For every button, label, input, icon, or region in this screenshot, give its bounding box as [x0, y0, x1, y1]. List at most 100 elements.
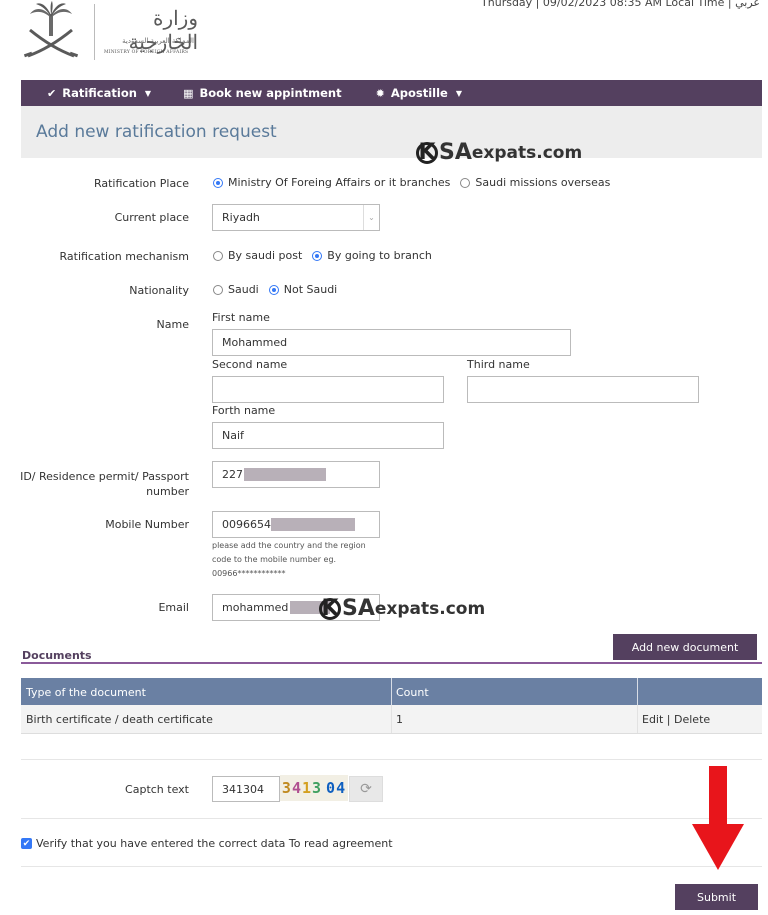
- watermark: K SA expats.com: [416, 140, 582, 165]
- radio-not-saudi[interactable]: Not Saudi: [268, 283, 337, 296]
- forth-name-label: Forth name: [212, 404, 276, 417]
- captcha-value: 341304: [222, 782, 264, 796]
- radio-selected-icon[interactable]: [268, 284, 279, 295]
- mobile-number-input[interactable]: 0096654: [212, 511, 380, 538]
- submit-button[interactable]: Submit: [675, 884, 758, 910]
- ratification-place-radios: Ministry Of Foreing Affairs or it branch…: [213, 176, 620, 189]
- radio-selected-icon[interactable]: [213, 177, 223, 188]
- email-value: mohammed: [222, 601, 289, 614]
- forth-name-value: Naif: [222, 429, 244, 442]
- page-title-bar: Add new ratification request: [21, 106, 762, 158]
- radio-saudi[interactable]: Saudi: [213, 283, 259, 296]
- section-divider: [21, 866, 762, 867]
- nav-apostille[interactable]: ✹ Apostille ▼: [350, 80, 470, 106]
- column-divider: [391, 705, 392, 733]
- mobile-number-value: 0096654: [222, 518, 271, 531]
- ministry-name-english: MINISTRY OF FOREIGN AFFAIRS: [104, 50, 189, 55]
- watermark-k: K: [416, 141, 438, 164]
- watermark-sa: SA: [439, 140, 472, 165]
- radio-selected-icon[interactable]: [312, 250, 323, 261]
- id-number-input[interactable]: 227: [212, 461, 380, 488]
- edit-delete-links[interactable]: Edit | Delete: [642, 713, 710, 726]
- gear-badge-icon: ✹: [375, 86, 385, 100]
- nav-ratification-label: Ratification: [62, 86, 137, 100]
- radio-ministry-label: Ministry Of Foreing Affairs or it branch…: [228, 176, 451, 189]
- captcha-input[interactable]: 341304: [212, 776, 280, 802]
- refresh-captcha-icon[interactable]: ⟳: [349, 776, 383, 802]
- agreement-checkbox[interactable]: ✔: [21, 838, 32, 849]
- column-divider: [637, 678, 638, 705]
- first-name-input[interactable]: Mohammed: [212, 329, 571, 356]
- radio-saudi-label: Saudi: [228, 283, 259, 296]
- second-name-label: Second name: [212, 358, 288, 371]
- watermark-k: K: [319, 597, 341, 620]
- section-divider: [21, 818, 762, 819]
- id-label-line1: ID/ Residence permit/ Passport: [20, 470, 189, 483]
- first-name-label: First name: [212, 311, 270, 324]
- id-number-value: 227: [222, 468, 243, 481]
- add-new-document-button[interactable]: Add new document: [613, 634, 757, 660]
- agreement-text[interactable]: Verify that you have entered the correct…: [36, 837, 393, 850]
- watermark-sa: SA: [342, 596, 375, 621]
- name-label: Name: [156, 318, 189, 331]
- kingdom-name-arabic: المملكة العربية السعودية: [122, 37, 194, 45]
- documents-title: Documents: [22, 649, 92, 662]
- nav-ratification[interactable]: ✔ Ratification ▼: [21, 80, 159, 106]
- main-navbar: ✔ Ratification ▼ ▦ Book new appintment ✹…: [21, 80, 762, 106]
- captcha-char: 3: [281, 779, 292, 797]
- nav-book-label: Book new appintment: [199, 86, 342, 100]
- radio-saudi-post-label: By saudi post: [228, 249, 303, 262]
- nav-apostille-label: Apostille: [390, 86, 448, 100]
- caret-down-icon: ▼: [144, 88, 152, 98]
- radio-unselected-icon[interactable]: [213, 284, 223, 295]
- radio-saudi-post[interactable]: By saudi post: [213, 249, 302, 262]
- captcha-char: 4: [291, 779, 302, 797]
- radio-branch-label: By going to branch: [327, 249, 432, 262]
- id-label-line2: number: [146, 485, 189, 498]
- redacted-block: [271, 518, 355, 531]
- captcha-image: 341304: [280, 775, 348, 801]
- column-header-count: Count: [396, 686, 429, 699]
- third-name-input[interactable]: [467, 376, 699, 403]
- forth-name-input[interactable]: Naif: [212, 422, 444, 449]
- radio-going-to-branch[interactable]: By going to branch: [312, 249, 432, 262]
- page-title: Add new ratification request: [36, 122, 277, 142]
- logo-divider: [94, 4, 95, 60]
- captcha-char: 3: [312, 779, 323, 797]
- saudi-emblem-logo: [23, 1, 79, 58]
- watermark: K SA expats.com: [319, 596, 485, 621]
- first-name-value: Mohammed: [222, 336, 288, 349]
- column-divider: [391, 678, 392, 705]
- watermark-text: expats.com: [374, 598, 486, 619]
- chevron-down-icon: ⌄: [363, 205, 379, 230]
- documents-divider: [21, 662, 762, 664]
- check-circle-icon: ✔: [47, 86, 57, 100]
- datetime-language-bar: Thursday | 09/02/2023 08:35 AM Local Tim…: [481, 0, 760, 9]
- radio-missions-label: Saudi missions overseas: [475, 176, 611, 189]
- email-label: Email: [158, 601, 189, 614]
- radio-missions-overseas[interactable]: Saudi missions overseas: [460, 176, 610, 189]
- current-place-label: Current place: [114, 211, 189, 224]
- current-place-select[interactable]: Riyadh ⌄: [212, 204, 380, 231]
- captcha-char: 0: [326, 779, 337, 797]
- document-count-cell: 1: [396, 713, 403, 726]
- mechanism-label: Ratification mechanism: [59, 250, 189, 263]
- document-type-cell: Birth certificate / death certificate: [26, 713, 213, 726]
- radio-unselected-icon[interactable]: [213, 250, 223, 261]
- redacted-block: [244, 468, 326, 481]
- mobile-hint: please add the country and the region co…: [212, 541, 366, 578]
- radio-unselected-icon[interactable]: [460, 177, 471, 188]
- radio-ministry[interactable]: Ministry Of Foreing Affairs or it branch…: [213, 176, 450, 189]
- red-arrow-annotation: [692, 766, 744, 870]
- third-name-label: Third name: [467, 358, 530, 371]
- captcha-char: 4: [336, 779, 347, 797]
- ministry-name-arabic: وزارة الخارجية: [128, 6, 198, 54]
- captcha-char: 1: [301, 779, 312, 797]
- captcha-label: Captch text: [125, 783, 189, 796]
- nationality-label: Nationality: [129, 284, 189, 297]
- nav-book-appointment[interactable]: ▦ Book new appintment: [159, 80, 350, 106]
- nationality-radios: Saudi Not Saudi: [213, 283, 347, 296]
- watermark-text: expats.com: [471, 142, 583, 163]
- second-name-input[interactable]: [212, 376, 444, 403]
- id-label: ID/ Residence permit/ Passport number: [20, 469, 189, 499]
